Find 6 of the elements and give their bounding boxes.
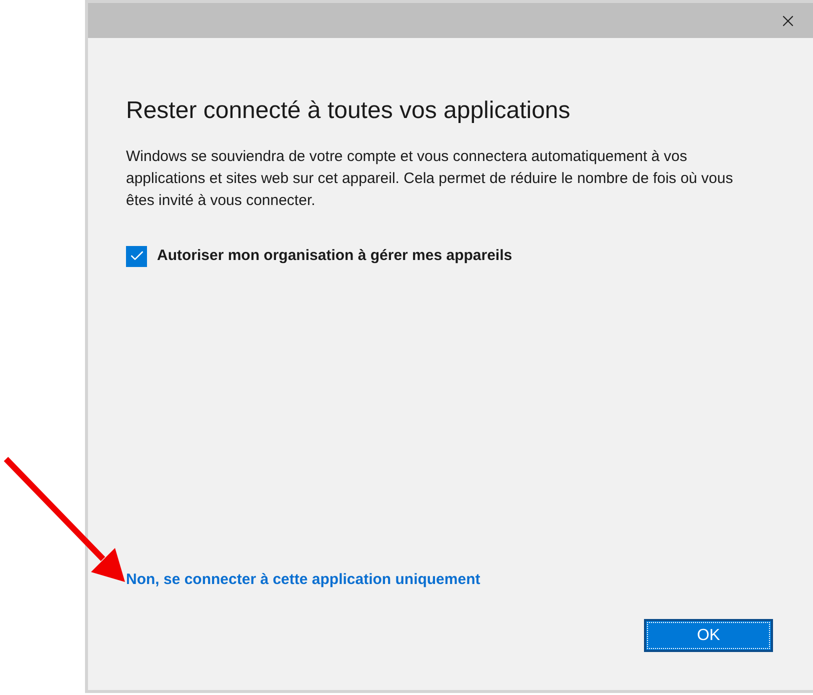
description-text: Windows se souviendra de votre compte et vous connectera automatiquement à vos applications et sites web sur cet appareil. Cela permet de réduire le nombre de fois où vous êtes invité à vous connecter.	[126, 147, 734, 211]
checkbox[interactable]	[126, 246, 147, 267]
connect-app-only-link[interactable]: Non, se connecter à cette application uniquement	[126, 568, 480, 591]
checkbox-label: Autoriser mon organisation à gérer mes appareils	[157, 246, 512, 266]
dialog-heading: Rester connecté à toutes vos applications	[126, 96, 572, 126]
ok-button[interactable]: OK	[644, 619, 773, 652]
